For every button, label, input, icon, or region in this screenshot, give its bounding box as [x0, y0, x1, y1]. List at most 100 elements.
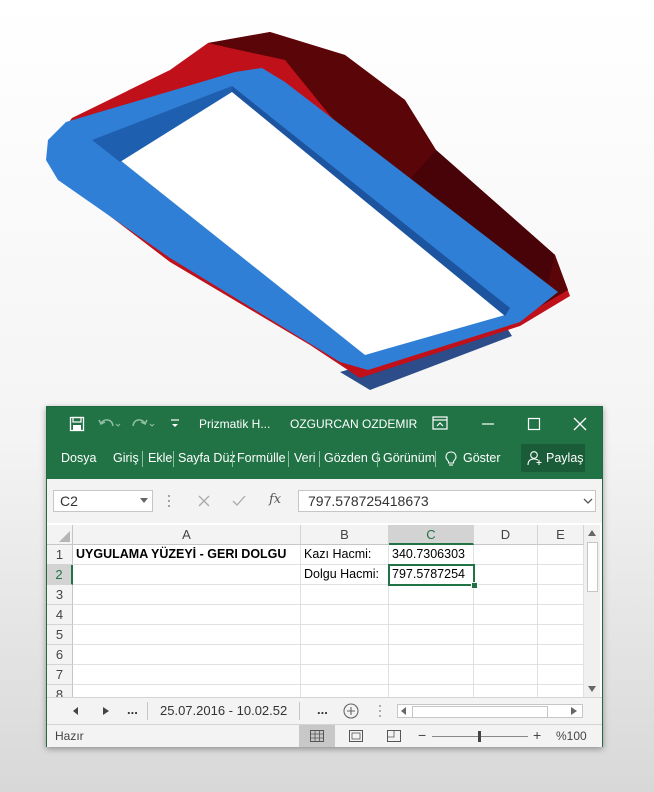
grid-cell[interactable]	[389, 685, 474, 697]
grid-cell[interactable]	[474, 545, 538, 565]
grid-cell[interactable]	[538, 625, 584, 645]
worksheet-grid[interactable]: A B C D E 1 2 3 4 5 6 7 8 UYGULAMA YÜZEY…	[47, 525, 602, 697]
scroll-down-icon[interactable]	[587, 685, 597, 693]
row-header-3[interactable]: 3	[47, 585, 73, 605]
grid-cell[interactable]	[389, 605, 474, 625]
row-header-5[interactable]: 5	[47, 625, 73, 645]
cell-b2[interactable]: Dolgu Hacmi:	[301, 565, 389, 585]
minimize-icon[interactable]	[481, 417, 495, 431]
scroll-right-icon[interactable]	[571, 707, 577, 715]
grid-cell[interactable]	[538, 665, 584, 685]
grid-cell[interactable]	[73, 585, 301, 605]
name-box[interactable]: C2	[53, 490, 153, 512]
customize-toolbar-icon[interactable]	[170, 418, 180, 430]
insert-function-icon[interactable]: fx	[269, 492, 281, 507]
column-header-a[interactable]: A	[73, 525, 301, 545]
zoom-in-icon[interactable]: +	[533, 727, 541, 743]
redo-icon[interactable]	[131, 416, 155, 432]
scroll-up-icon[interactable]	[587, 529, 597, 537]
cell-c2-selected[interactable]: 797.5787254	[388, 564, 475, 586]
grid-cell[interactable]	[73, 665, 301, 685]
grid-cell[interactable]	[301, 645, 389, 665]
fill-handle[interactable]	[471, 582, 478, 589]
grid-cell[interactable]	[538, 645, 584, 665]
grid-cell[interactable]	[389, 665, 474, 685]
page-layout-view-icon[interactable]	[349, 730, 363, 742]
tab-data[interactable]: Veri	[294, 451, 316, 465]
more-options-icon[interactable]	[378, 704, 382, 718]
grid-cell[interactable]	[538, 685, 584, 697]
tab-home[interactable]: Giriş	[113, 451, 139, 465]
column-header-b[interactable]: B	[301, 525, 389, 545]
tell-me-label[interactable]: Göster	[463, 451, 501, 465]
grid-cell[interactable]	[538, 605, 584, 625]
add-sheet-icon[interactable]	[343, 703, 359, 719]
close-icon[interactable]	[573, 417, 587, 431]
horizontal-scroll-thumb[interactable]	[412, 706, 548, 718]
cell-c1[interactable]: 340.7306303	[389, 545, 474, 565]
vertical-scrollbar[interactable]	[584, 525, 600, 697]
scroll-left-icon[interactable]	[401, 707, 407, 715]
grid-cell[interactable]	[73, 605, 301, 625]
grid-cell[interactable]	[301, 585, 389, 605]
row-header-4[interactable]: 4	[47, 605, 73, 625]
grid-cell[interactable]	[538, 545, 584, 565]
grid-cell[interactable]	[73, 625, 301, 645]
sheet-tab-active[interactable]: 25.07.2016 - 10.02.52	[160, 703, 287, 718]
grid-cell[interactable]	[301, 605, 389, 625]
grid-cell[interactable]	[301, 665, 389, 685]
grid-cell[interactable]	[538, 585, 584, 605]
formula-input[interactable]: 797.578725418673	[298, 490, 596, 512]
sheet-ellipsis-right[interactable]: ...	[317, 702, 328, 717]
grid-cell[interactable]	[474, 685, 538, 697]
ribbon-display-options-icon[interactable]	[432, 416, 448, 430]
column-header-e[interactable]: E	[538, 525, 584, 545]
cell-b1[interactable]: Kazı Hacmi:	[301, 545, 389, 565]
grid-cell[interactable]	[474, 585, 538, 605]
share-button[interactable]: Paylaş	[521, 444, 585, 472]
grid-cell[interactable]	[389, 645, 474, 665]
cell-a1[interactable]: UYGULAMA YÜZEYİ - GERI DOLGU	[73, 545, 301, 565]
undo-icon[interactable]	[97, 416, 121, 432]
row-header-8[interactable]: 8	[47, 685, 73, 697]
normal-view-button[interactable]	[299, 725, 335, 747]
column-header-d[interactable]: D	[474, 525, 538, 545]
column-header-c[interactable]: C	[389, 525, 474, 545]
tab-review[interactable]: Gözden G	[324, 451, 381, 465]
grid-cell[interactable]	[73, 645, 301, 665]
grid-cell[interactable]	[389, 625, 474, 645]
chevron-down-icon[interactable]	[140, 498, 148, 504]
confirm-entry-icon[interactable]	[232, 495, 246, 507]
row-header-6[interactable]: 6	[47, 645, 73, 665]
grid-cell[interactable]	[389, 585, 474, 605]
zoom-slider-thumb[interactable]	[478, 731, 481, 742]
tab-formulas[interactable]: Formülle	[237, 451, 286, 465]
zoom-level[interactable]: %100	[556, 729, 587, 743]
grid-cell[interactable]	[73, 685, 301, 697]
grid-cell[interactable]	[73, 565, 301, 585]
grid-cell[interactable]	[474, 605, 538, 625]
sheet-ellipsis-left[interactable]: ...	[127, 702, 138, 717]
row-header-1[interactable]: 1	[47, 545, 73, 565]
tab-insert[interactable]: Ekle	[148, 451, 172, 465]
grid-cell[interactable]	[538, 565, 584, 585]
tab-view[interactable]: Görünüm	[383, 451, 435, 465]
grid-cell[interactable]	[474, 645, 538, 665]
prev-sheet-icon[interactable]	[73, 707, 79, 715]
lightbulb-icon[interactable]	[445, 451, 457, 467]
select-all-corner[interactable]	[47, 525, 73, 545]
horizontal-scrollbar[interactable]	[397, 704, 583, 718]
user-name[interactable]: OZGURCAN OZDEMIR	[290, 417, 417, 431]
tab-page-layout[interactable]: Sayfa Düz	[178, 451, 236, 465]
row-header-2[interactable]: 2	[47, 565, 73, 585]
page-break-view-icon[interactable]	[387, 730, 401, 742]
row-header-7[interactable]: 7	[47, 665, 73, 685]
cancel-entry-icon[interactable]	[198, 495, 210, 507]
grid-cell[interactable]	[474, 665, 538, 685]
next-sheet-icon[interactable]	[103, 707, 109, 715]
grid-cell[interactable]	[474, 565, 538, 585]
grid-cell[interactable]	[301, 685, 389, 697]
more-options-icon[interactable]	[167, 494, 171, 508]
expand-formula-icon[interactable]	[583, 498, 593, 505]
zoom-out-icon[interactable]: −	[418, 727, 426, 743]
